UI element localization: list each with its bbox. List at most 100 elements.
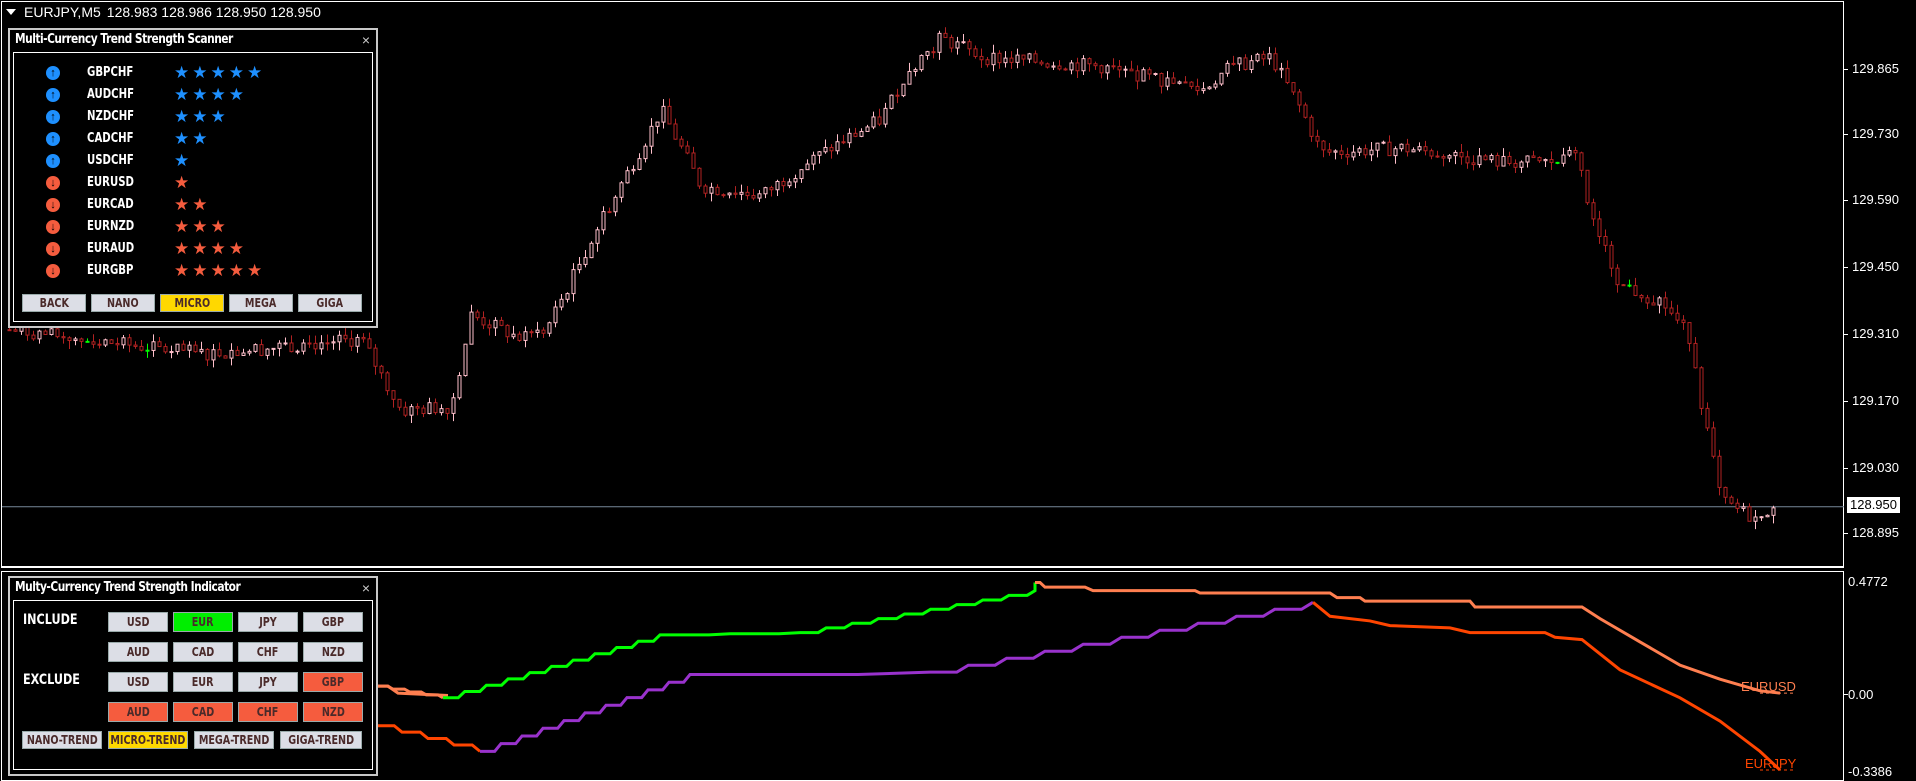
pair-name[interactable]: GBPCHF (87, 65, 133, 80)
scanner-mega-button[interactable]: MEGA (229, 294, 293, 312)
candle (1213, 80, 1218, 90)
arrow-down-icon: ↓ (46, 264, 60, 278)
candle (121, 334, 126, 349)
include-nzd-button[interactable]: NZD (303, 642, 363, 662)
mega-trend-button[interactable]: MEGA-TREND (194, 731, 274, 749)
candle (1531, 150, 1536, 159)
candle (1237, 57, 1242, 71)
candle (763, 186, 768, 199)
candle (1351, 145, 1356, 161)
button-label: BACK (39, 296, 69, 310)
eurjpy-line-label: EURJPY (1745, 756, 1797, 771)
include-jpy-button[interactable]: JPY (238, 612, 298, 632)
exclude-eur-button[interactable]: EUR (173, 672, 233, 692)
candle (313, 335, 318, 355)
candle (217, 342, 222, 358)
include-chf-button[interactable]: CHF (238, 642, 298, 662)
candle (1663, 291, 1668, 316)
candle (853, 127, 858, 138)
candle (1597, 210, 1602, 244)
candle (187, 341, 192, 358)
candle (829, 144, 834, 159)
candle (1273, 47, 1278, 73)
candle (151, 334, 156, 357)
arrow-down-icon: ↓ (46, 220, 60, 234)
candle (991, 44, 996, 72)
pair-name[interactable]: EURNZD (87, 219, 134, 234)
candle (541, 327, 546, 339)
candle (1429, 148, 1434, 160)
candle (943, 27, 948, 38)
exclude-usd-button[interactable]: USD (108, 672, 168, 692)
exclude-nzd-button[interactable]: NZD (303, 702, 363, 722)
nano-trend-button[interactable]: NANO-TREND (22, 731, 102, 749)
candle (1081, 55, 1086, 76)
candle (67, 336, 72, 350)
candle (475, 309, 480, 321)
include-gbp-button[interactable]: GBP (303, 612, 363, 632)
pair-name[interactable]: EURUSD (87, 175, 134, 190)
scanner-back-button[interactable]: BACK (22, 294, 86, 312)
scanner-nano-button[interactable]: NANO (91, 294, 155, 312)
scanner-close-icon[interactable]: × (362, 32, 370, 48)
price-label: 129.590 (1852, 192, 1899, 207)
candle (1615, 264, 1620, 293)
indicator-close-icon[interactable]: × (362, 580, 370, 596)
candle (43, 329, 48, 335)
candle (103, 338, 108, 347)
strength-stars: ★★★★ (174, 85, 247, 104)
candle (865, 124, 870, 132)
candle (655, 121, 660, 134)
button-label: AUD (126, 705, 150, 719)
exclude-gbp-button[interactable]: GBP (303, 672, 363, 692)
strength-stars: ★★★ (174, 217, 229, 236)
micro-trend-button[interactable]: MICRO-TREND (108, 731, 188, 749)
giga-trend-button[interactable]: GIGA-TREND (280, 731, 362, 749)
candle (973, 45, 978, 59)
candle (751, 188, 756, 201)
include-cad-button[interactable]: CAD (173, 642, 233, 662)
pair-name[interactable]: CADCHF (87, 131, 134, 146)
price-label: 129.730 (1852, 126, 1899, 141)
eurusd-line-label: EURUSD (1741, 679, 1796, 694)
candle (1339, 144, 1344, 160)
include-aud-button[interactable]: AUD (108, 642, 168, 662)
candle (199, 341, 204, 354)
pair-name[interactable]: AUDCHF (87, 87, 134, 102)
exclude-jpy-button[interactable]: JPY (238, 672, 298, 692)
candle (265, 348, 270, 360)
candle (1501, 148, 1506, 167)
candle (901, 83, 906, 98)
candle (1621, 284, 1626, 287)
candle (1435, 150, 1440, 158)
exclude-aud-button[interactable]: AUD (108, 702, 168, 722)
candle (793, 174, 798, 189)
indicator-axis-zero: 0.00 (1848, 687, 1874, 702)
button-label: GBP (321, 615, 345, 629)
pair-name[interactable]: NZDCHF (87, 109, 134, 124)
strength-stars: ★★★★ (174, 239, 247, 258)
candle (1369, 142, 1374, 162)
candle (1003, 51, 1008, 68)
arrow-up-icon: ↑ (46, 132, 60, 146)
exclude-chf-button[interactable]: CHF (238, 702, 298, 722)
candle (571, 263, 576, 302)
pair-name[interactable]: EURGBP (87, 263, 133, 278)
candle (253, 343, 258, 353)
include-usd-button[interactable]: USD (108, 612, 168, 632)
candle (433, 398, 438, 415)
pair-name[interactable]: EURCAD (87, 197, 134, 212)
candle (1543, 158, 1548, 168)
candle (1417, 142, 1422, 152)
exclude-cad-button[interactable]: CAD (173, 702, 233, 722)
pair-name[interactable]: EURAUD (87, 241, 134, 256)
candle (1495, 152, 1500, 171)
scanner-micro-button[interactable]: MICRO (160, 294, 224, 312)
candle (1681, 315, 1686, 330)
candle (1693, 336, 1698, 369)
scanner-giga-button[interactable]: GIGA (298, 294, 362, 312)
candle (1087, 57, 1092, 72)
include-eur-button[interactable]: EUR (173, 612, 233, 632)
pair-name[interactable]: USDCHF (87, 153, 134, 168)
candle (85, 338, 90, 343)
